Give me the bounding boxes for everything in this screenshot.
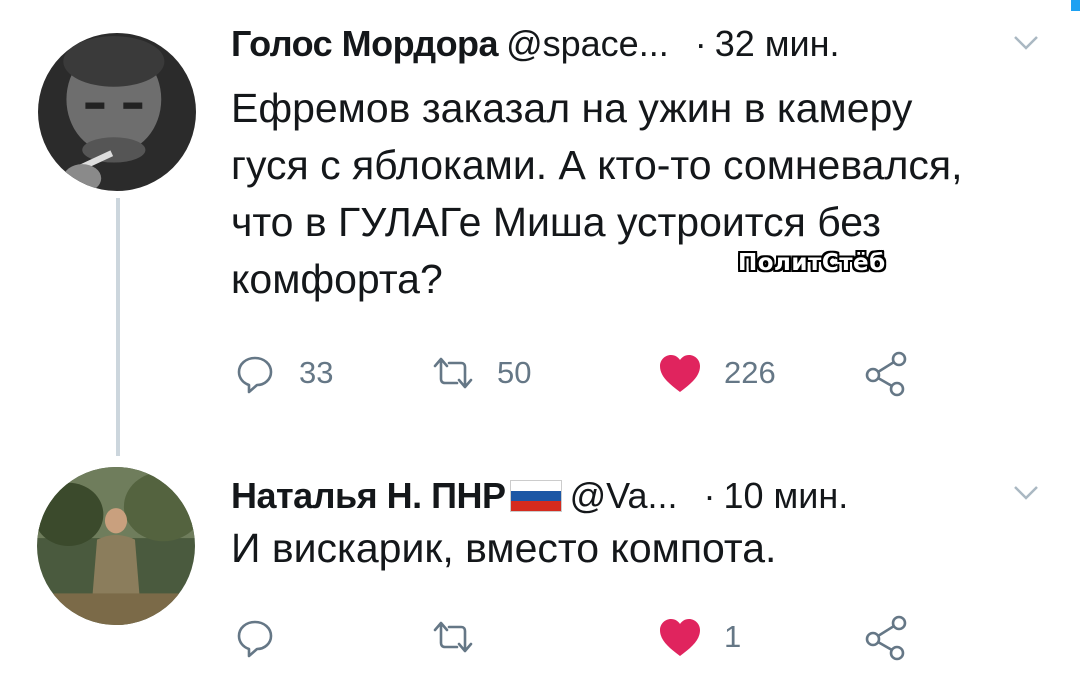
author-name[interactable]: Наталья Н. ПНР [231, 475, 506, 516]
author-handle[interactable]: @Va... [570, 475, 678, 516]
reply-icon [237, 620, 273, 658]
tweet[interactable]: Наталья Н. ПНР @Va... · 10 мин. И вискарик,… [0, 456, 1080, 677]
tweet[interactable]: Голос Мордора @space... · 32 мин. Ефремов з… [0, 0, 1080, 430]
timestamp[interactable]: 32 мин. [715, 23, 840, 64]
tweet-header: Наталья Н. ПНР @Va... · 10 мин. [231, 474, 1050, 518]
share-icon [865, 615, 907, 661]
share-icon [865, 351, 907, 397]
share-button[interactable] [863, 612, 911, 662]
timestamp[interactable]: 10 мин. [724, 475, 849, 516]
reply-button[interactable]: 33 [231, 348, 333, 398]
reply-button[interactable] [231, 612, 279, 662]
separator-dot: · [694, 23, 707, 64]
retweet-count: 50 [497, 355, 532, 390]
reply-count: 33 [299, 355, 334, 390]
share-button[interactable] [863, 348, 911, 398]
tweet-text: Ефремов заказал на ужин в камеру гуся с … [231, 85, 963, 302]
like-button[interactable]: 1 [656, 612, 741, 662]
avatar[interactable] [37, 467, 195, 625]
chevron-down-icon[interactable] [1012, 483, 1040, 503]
avatar[interactable] [38, 33, 196, 191]
tweet-header: Голос Мордора @space... · 32 мин. [231, 22, 1050, 66]
author-handle[interactable]: @space... [506, 23, 669, 64]
watermark-logo: ПолитСтёб [738, 250, 886, 276]
like-icon [660, 355, 700, 392]
separator-dot: · [703, 475, 716, 516]
like-icon [660, 619, 700, 656]
like-button[interactable]: 226 [656, 348, 776, 398]
tweet-text: И вискарик, вместо компота. [231, 525, 777, 571]
retweet-button[interactable] [429, 612, 477, 662]
tweet-actions: 1 [231, 612, 931, 662]
avatar-image [38, 33, 196, 191]
like-count: 226 [724, 355, 776, 390]
like-count: 1 [724, 619, 742, 654]
avatar-image [37, 467, 195, 625]
reply-icon [237, 356, 273, 394]
chevron-down-icon[interactable] [1012, 33, 1040, 53]
author-name[interactable]: Голос Мордора [231, 23, 499, 64]
tweet-actions: 33 50 226 [231, 348, 931, 398]
retweet-icon [433, 357, 473, 389]
retweet-button[interactable]: 50 [429, 348, 531, 398]
russian-flag-icon [509, 480, 562, 512]
retweet-icon [433, 621, 473, 653]
